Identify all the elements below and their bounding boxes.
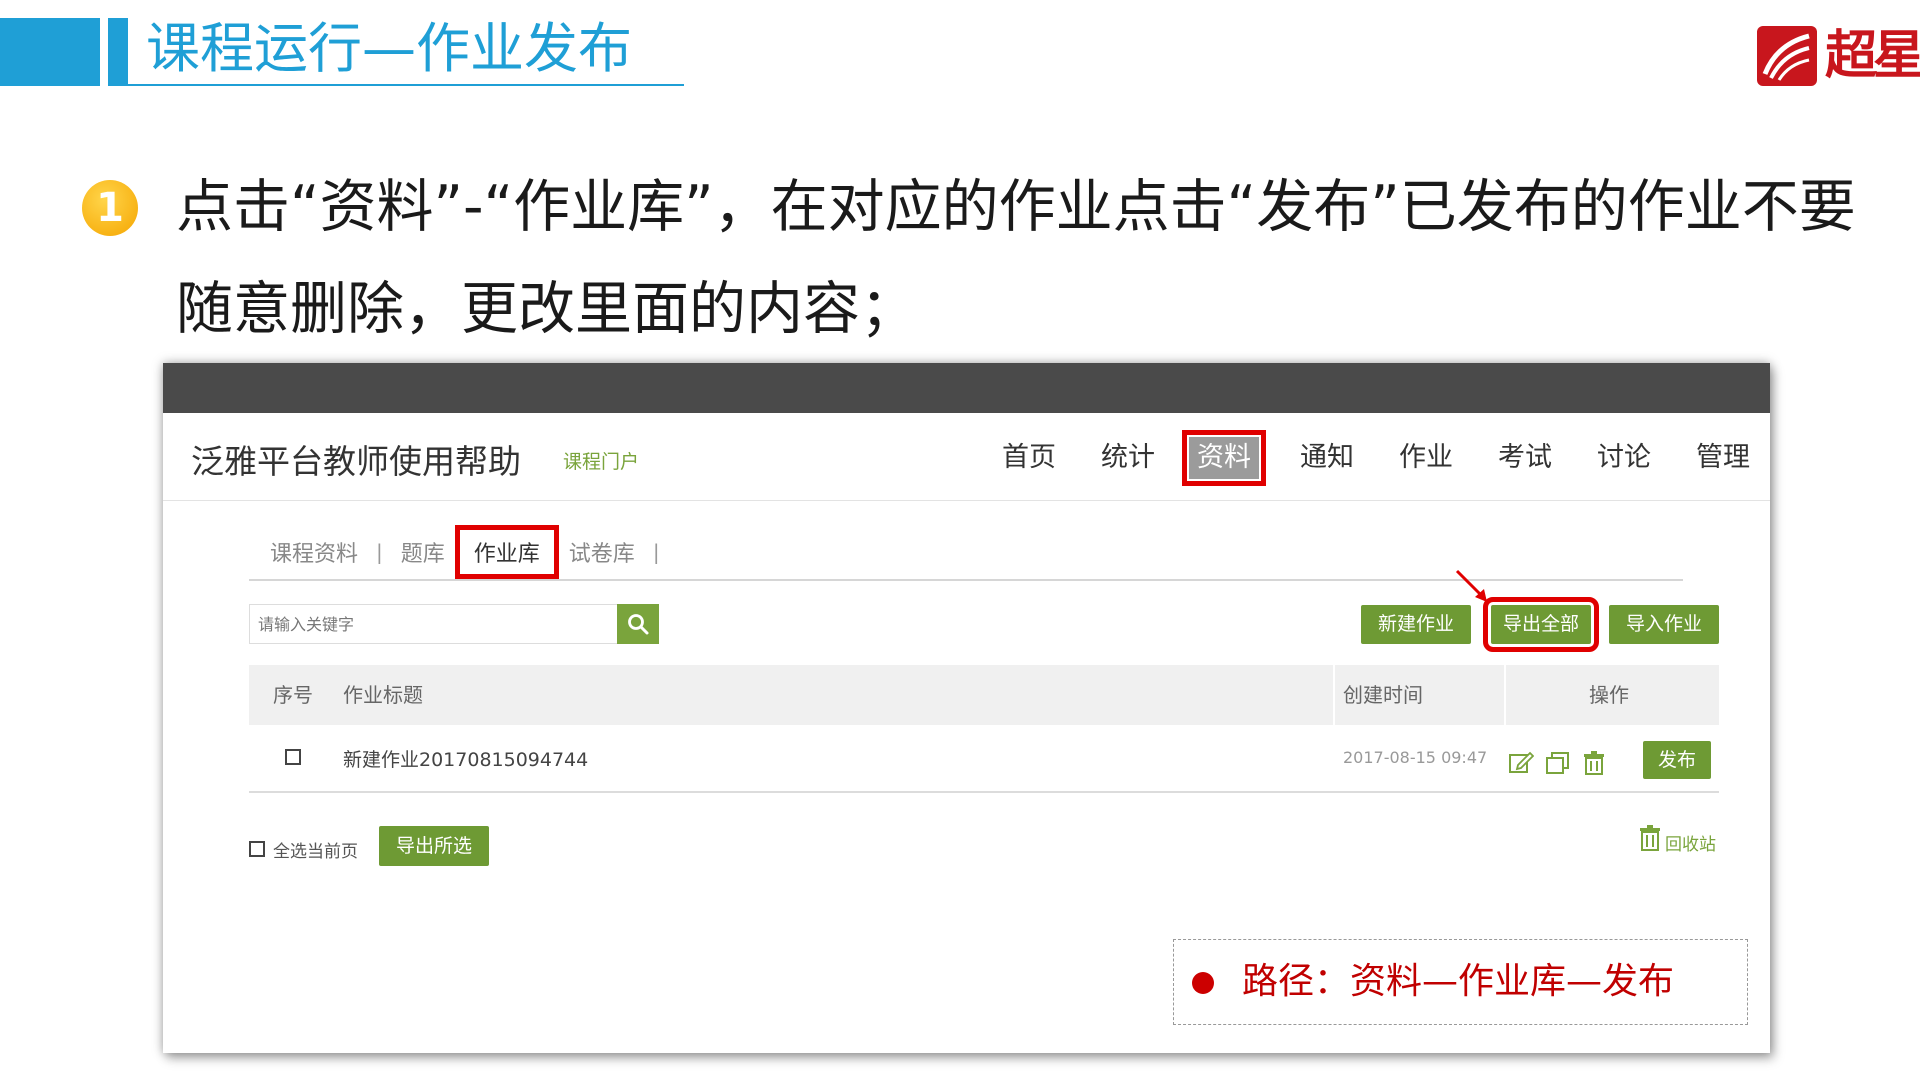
table-header: 序号 作业标题 创建时间 操作 <box>249 665 1719 725</box>
top-bar <box>163 363 1770 413</box>
nav-notices[interactable]: 通知 <box>1296 436 1358 480</box>
header-underline <box>128 84 684 86</box>
col-divider <box>1504 665 1506 725</box>
trash-icon[interactable] <box>1582 751 1606 775</box>
col-divider <box>1333 665 1335 725</box>
edit-icon[interactable] <box>1508 751 1534 775</box>
nav-home[interactable]: 首页 <box>998 436 1060 480</box>
path-note: 路径：资料—作业库—发布 <box>1173 939 1748 1025</box>
tab-paper-library[interactable]: 试卷库 <box>565 536 639 568</box>
select-all-checkbox[interactable] <box>249 841 265 857</box>
platform-screenshot: 泛雅平台教师使用帮助 课程门户 首页 统计 资料 通知 作业 考试 讨论 管理 … <box>163 363 1770 1053</box>
main-nav: 首页 统计 资料 通知 作业 考试 讨论 管理 <box>961 430 1754 486</box>
export-all-button[interactable]: 导出全部 <box>1483 597 1599 652</box>
table-row: 新建作业20170815094744 2017-08-15 09:47 <box>249 725 1719 793</box>
copy-icon[interactable] <box>1545 751 1571 775</box>
bullet-dot-icon <box>1192 972 1214 994</box>
created-time: 2017-08-15 09:47 <box>1343 748 1488 767</box>
homework-title[interactable]: 新建作业20170815094744 <box>343 745 588 772</box>
search-input[interactable] <box>250 605 620 643</box>
chaoxing-logo: 超星 <box>1755 20 1920 92</box>
publish-button[interactable]: 发布 <box>1643 741 1711 779</box>
recycle-bin-icon[interactable] <box>1639 825 1661 851</box>
slide-title: 课程运行—作业发布 <box>146 17 632 80</box>
path-note-text: 路径：资料—作业库—发布 <box>1242 961 1675 1002</box>
course-portal-link[interactable]: 课程门户 <box>563 447 639 474</box>
tab-course-materials[interactable]: 课程资料 <box>266 536 362 568</box>
col-ops-header: 操作 <box>1589 683 1629 707</box>
logo-mark-icon <box>1757 26 1817 86</box>
nav-homework[interactable]: 作业 <box>1395 436 1457 480</box>
import-homework-button[interactable]: 导入作业 <box>1609 605 1719 644</box>
tab-homework-library[interactable]: 作业库 <box>454 525 559 579</box>
search-button[interactable] <box>617 604 659 644</box>
export-selected-button[interactable]: 导出所选 <box>379 826 489 866</box>
nav-divider <box>163 500 1770 501</box>
nav-exams[interactable]: 考试 <box>1494 436 1556 480</box>
nav-materials[interactable]: 资料 <box>1182 430 1266 486</box>
recycle-bin-link[interactable]: 回收站 <box>1665 830 1716 855</box>
col-created-header: 创建时间 <box>1343 683 1423 707</box>
pointer-arrow-icon <box>1455 569 1487 602</box>
slide-header: 课程运行—作业发布 <box>0 12 690 86</box>
col-title-header: 作业标题 <box>343 683 423 707</box>
search-box <box>249 604 620 644</box>
tab-separator: | <box>376 540 383 564</box>
tab-question-bank[interactable]: 题库 <box>397 536 449 568</box>
header-accent-bar <box>108 18 128 86</box>
new-homework-button[interactable]: 新建作业 <box>1361 605 1471 644</box>
select-all-label: 全选当前页 <box>273 842 358 862</box>
nav-discussion[interactable]: 讨论 <box>1593 436 1655 480</box>
logo-text: 超星 <box>1825 25 1920 86</box>
nav-manage[interactable]: 管理 <box>1692 436 1754 480</box>
step-number-badge: 1 <box>82 180 138 236</box>
header-accent-block <box>0 18 100 86</box>
row-checkbox[interactable] <box>285 749 301 765</box>
nav-stats[interactable]: 统计 <box>1097 436 1159 480</box>
materials-subtabs: 课程资料 | 题库 作业库 试卷库 | <box>266 525 674 579</box>
col-index-header: 序号 <box>273 683 313 707</box>
tab-separator: | <box>652 540 660 564</box>
site-title: 泛雅平台教师使用帮助 <box>191 442 521 481</box>
instruction-text: 点击“资料”-“作业库”，在对应的作业点击“发布”已发布的作业不要随意删除，更改… <box>176 174 1856 342</box>
search-icon <box>628 614 649 635</box>
